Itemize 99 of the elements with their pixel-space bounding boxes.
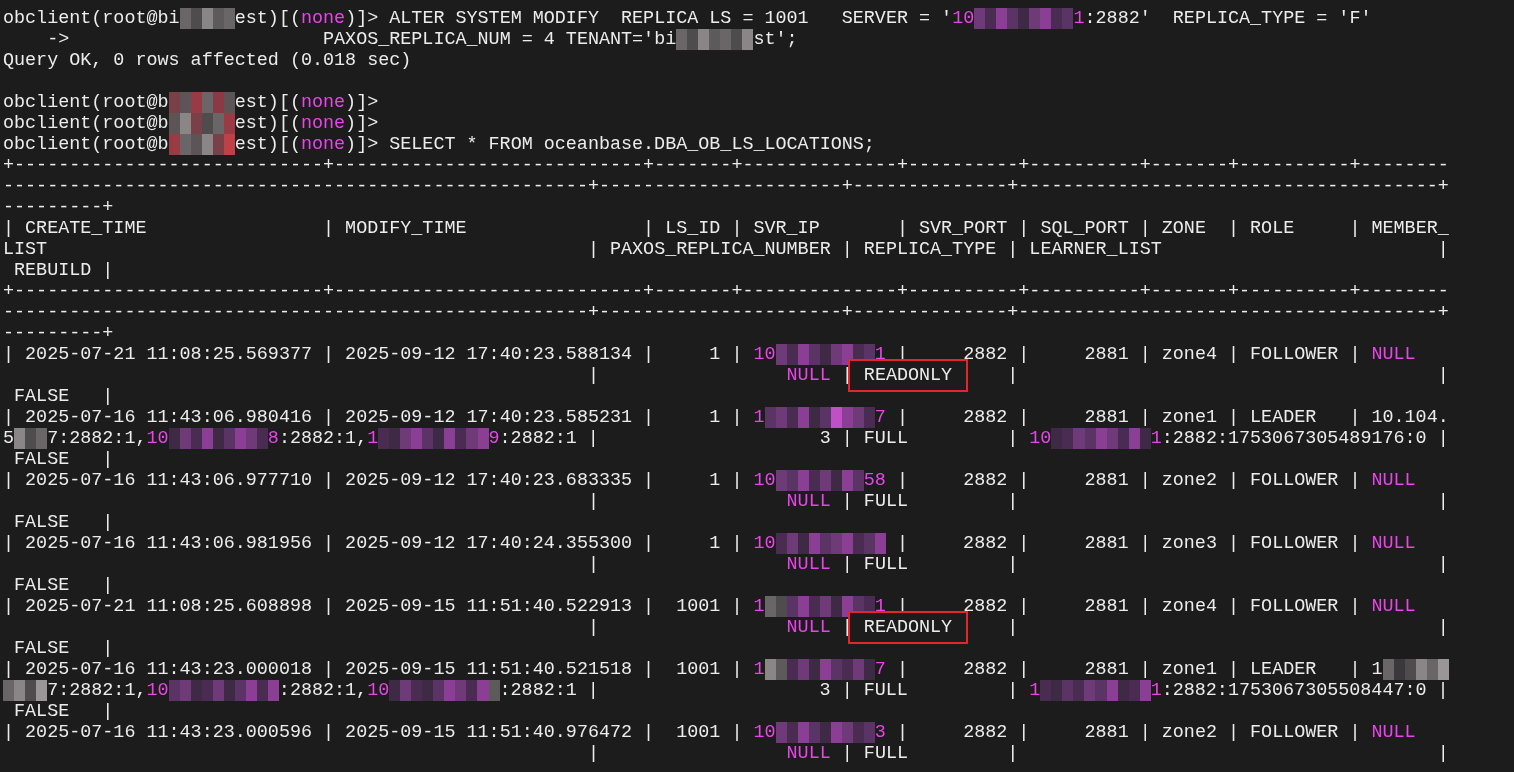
terminal-text: REBUILD | (13, 260, 114, 281)
terminal-text: | 2025-07-16 11:43:23.000596 | 2025-09-15 11:51:40.976472 | 1001 | (3, 722, 744, 743)
terminal-text: :2882:1753067305489176:0 | (1161, 428, 1449, 449)
highlighted-text: 7 (874, 659, 886, 680)
highlighted-text: 10 (1029, 428, 1052, 449)
highlighted-text: none (300, 92, 346, 113)
highlighted-text: 58 (863, 470, 886, 491)
highlighted-text: 10 (753, 722, 776, 743)
highlighted-text: 10 (146, 428, 169, 449)
terminal-text: | | (1006, 365, 1449, 386)
highlighted-text: 1 (1150, 428, 1162, 449)
terminal-text: | 2882 | 2881 | zone2 | FOLLOWER | (895, 470, 1362, 491)
terminal-text: FALSE | (13, 512, 114, 533)
terminal-text: obclient(root@b (3, 134, 169, 155)
terminal-text: | (586, 491, 600, 512)
highlighted-text: 7 (874, 407, 886, 428)
terminal-text: FALSE | (13, 449, 114, 470)
terminal-text: +----------------------------+----------------------------+-------+--------------+----------+----------+-------+----------+-------- (3, 155, 1449, 176)
terminal-text: | 2882 | 2881 | zone1 | LEADER | 1 (895, 659, 1383, 680)
highlighted-text: 10 (952, 8, 975, 29)
terminal-text: )]> (345, 113, 379, 134)
terminal-text: :2882:1 | 3 | FULL | (499, 428, 1020, 449)
terminal-text: | 2025-07-16 11:43:06.981956 | 2025-09-12 17:40:24.355300 | 1 | (3, 533, 744, 554)
terminal-text: obclient(root@b (3, 92, 169, 113)
terminal-text: ---------+ (3, 197, 114, 218)
terminal-text: :2882:1, (278, 680, 368, 701)
terminal-text: | 2882 | 2881 | zone2 | FOLLOWER | (895, 722, 1362, 743)
terminal-text: | (586, 365, 600, 386)
highlighted-text: NULL (786, 365, 831, 386)
highlighted-text: 1 (753, 407, 765, 428)
terminal-text: Query OK, 0 rows affected (0.018 sec) (3, 50, 412, 71)
terminal-text: FALSE | (13, 638, 114, 659)
highlighted-text: 3 (874, 722, 886, 743)
highlighted-text: NULL (786, 743, 831, 764)
highlighted-text: NULL (786, 554, 831, 575)
terminal-text: est)[( (234, 8, 301, 29)
terminal-text: )]> SELECT * FROM oceanbase.DBA_OB_LS_LOCATIONS; (345, 134, 875, 155)
terminal-text: | (586, 617, 600, 638)
terminal-text: | FULL | | (840, 554, 1449, 575)
terminal-text: | 2882 | 2881 | zone3 | FOLLOWER | (895, 533, 1362, 554)
highlighted-text: 1 (753, 596, 765, 617)
terminal-text: | 2025-07-21 11:08:25.608898 | 2025-09-15 11:51:40.522913 | 1001 | (3, 596, 744, 617)
terminal-text: | 2025-07-16 11:43:06.977710 | 2025-09-12 17:40:23.683335 | 1 | (3, 470, 744, 491)
highlighted-text: 10 (753, 344, 776, 365)
terminal-text: ---------+ (3, 323, 114, 344)
highlighted-text: 10 (367, 680, 390, 701)
highlighted-text: 10 (753, 470, 776, 491)
highlighted-text: none (300, 134, 346, 155)
terminal-text: est)[( (234, 92, 301, 113)
terminal-text: )]> (345, 92, 379, 113)
terminal-text: | 2025-07-16 11:43:23.000018 | 2025-09-15 11:51:40.521518 | 1001 | (3, 659, 744, 680)
terminal-text: LIST | PAXOS_REPLICA_NUMBER | REPLICA_TYPE | LEARNER_LIST | (3, 239, 1449, 260)
highlighted-text: NULL (1371, 344, 1416, 365)
terminal-text: est)[( (234, 134, 301, 155)
highlighted-text: NULL (786, 617, 831, 638)
terminal-text: )]> ALTER SYSTEM MODIFY REPLICA LS = 1001 SERVER = ' (345, 8, 953, 29)
terminal-text: | 2025-07-16 11:43:06.980416 | 2025-09-12 17:40:23.585231 | 1 | (3, 407, 744, 428)
highlighted-text: 1 (1029, 680, 1041, 701)
terminal-text: | (586, 743, 600, 764)
highlighted-text: NULL (1371, 533, 1416, 554)
terminal-text: FALSE | (13, 701, 114, 722)
terminal-text: :2882:1753067305508447:0 | (1161, 680, 1449, 701)
terminal-text: est)[( (234, 113, 301, 134)
highlighted-text: none (300, 113, 346, 134)
highlighted-text: 1 (1150, 680, 1162, 701)
terminal-text: FALSE | (13, 386, 114, 407)
terminal-text: st'; (753, 29, 798, 50)
terminal-text: :2882:1, (278, 428, 368, 449)
highlighted-text: NULL (786, 491, 831, 512)
terminal-text: 7:2882:1, (47, 680, 147, 701)
highlighted-text: 1 (753, 659, 765, 680)
terminal-text: | | (1006, 617, 1449, 638)
terminal-text: 7:2882:1, (47, 428, 147, 449)
highlighted-text: NULL (1371, 596, 1416, 617)
terminal-text: +----------------------------+----------------------------+-------+--------------+----------+----------+-------+----------+-------- (3, 281, 1449, 302)
terminal-text: obclient(root@bi (3, 8, 180, 29)
terminal-text: -----------------------------------------------------+----------------------+--------------+--------------------------------------+ (3, 176, 1449, 197)
terminal-text: 5 (3, 428, 15, 449)
highlighted-text: NULL (1371, 470, 1416, 491)
terminal-text: | FULL | | (840, 491, 1449, 512)
terminal-text: -> PAXOS_REPLICA_NUM = 4 TENANT='bi (46, 29, 677, 50)
terminal-text: FALSE | (13, 575, 114, 596)
terminal-text: | 2025-07-21 11:08:25.569377 | 2025-09-12 17:40:23.588134 | 1 | (3, 344, 744, 365)
terminal-text: :2882' REPLICA_TYPE = 'F' (1084, 8, 1372, 29)
highlighted-text: 10 (753, 533, 776, 554)
terminal-text: | CREATE_TIME | MODIFY_TIME | LS_ID | SVR_IP | SVR_PORT | SQL_PORT | ZONE | ROLE | MEMBER_ (3, 218, 1449, 239)
terminal-text: obclient(root@b (3, 113, 169, 134)
highlighted-text: 10 (146, 680, 169, 701)
highlighted-text: 1 (367, 428, 379, 449)
terminal-text: | (586, 554, 600, 575)
terminal-text: | FULL | | (840, 743, 1449, 764)
highlighted-text: 1 (1073, 8, 1085, 29)
highlighted-text: 8 (267, 428, 279, 449)
highlighted-text: NULL (1371, 722, 1416, 743)
terminal-text: | 2882 | 2881 | zone1 | LEADER | 10.104. (895, 407, 1449, 428)
highlighted-text: 9 (488, 428, 500, 449)
highlighted-text: none (300, 8, 346, 29)
terminal-text: :2882:1 | 3 | FULL | (499, 680, 1020, 701)
terminal-text: -----------------------------------------------------+----------------------+--------------+--------------------------------------+ (3, 302, 1449, 323)
